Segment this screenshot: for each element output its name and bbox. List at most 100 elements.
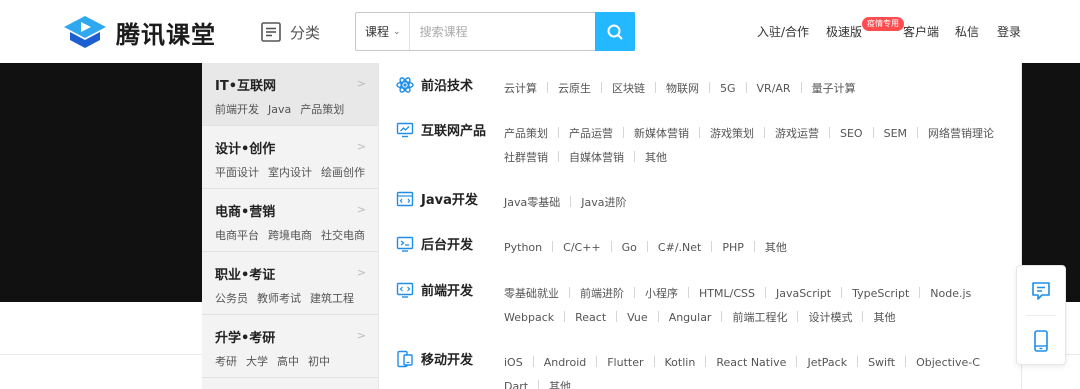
category-sub-link[interactable]: 绘画创作: [321, 166, 365, 179]
tag-link[interactable]: 云原生: [537, 77, 591, 101]
category-sub-link[interactable]: 前端开发: [215, 103, 259, 116]
tag-link[interactable]: JetPack: [786, 351, 847, 375]
tag-link[interactable]: Android: [523, 351, 587, 375]
tag-link[interactable]: Angular: [648, 306, 712, 330]
tag-link[interactable]: SEO: [819, 122, 863, 146]
tag-link[interactable]: 其他: [852, 306, 895, 330]
category-sub-link[interactable]: 高中: [277, 355, 299, 368]
tag-link[interactable]: Dart: [504, 375, 528, 389]
subcategory-title[interactable]: 互联网产品: [421, 120, 486, 139]
tag-link[interactable]: Objective-C: [895, 351, 980, 375]
tag-link[interactable]: 游戏策划: [689, 122, 754, 146]
category-title: IT•互联网: [215, 79, 277, 94]
tag-link[interactable]: JavaScript: [755, 282, 831, 306]
category-sub-link[interactable]: 大学: [246, 355, 268, 368]
nav-login[interactable]: 登录: [997, 23, 1021, 40]
feedback-button[interactable]: [1017, 266, 1065, 315]
tag-link[interactable]: Vue: [606, 306, 648, 330]
category-item-education[interactable]: 升学•考研 > 考研 大学 高中 初中: [202, 315, 378, 378]
search-type-label: 课程: [365, 25, 390, 39]
tag-link[interactable]: HTML/CSS: [678, 282, 755, 306]
category-sub-link[interactable]: 跨境电商: [268, 229, 312, 242]
category-sub-link[interactable]: 社交电商: [321, 229, 365, 242]
tag-link[interactable]: React Native: [695, 351, 786, 375]
tag-link[interactable]: Java零基础: [504, 191, 560, 215]
tag-link[interactable]: 设计模式: [787, 306, 852, 330]
tag-link[interactable]: 零基础就业: [504, 282, 559, 306]
nav-speed-version[interactable]: 极速版: [826, 23, 862, 40]
category-title: 电商•营销: [215, 205, 276, 220]
subcategory-title[interactable]: 后台开发: [421, 234, 473, 253]
tag-link[interactable]: 前端工程化: [711, 306, 787, 330]
category-sub-link[interactable]: 室内设计: [268, 166, 312, 179]
tag-link[interactable]: 社群营销: [504, 146, 548, 170]
category-item-career[interactable]: 职业•考证 > 公务员 教师考试 建筑工程: [202, 252, 378, 315]
tag-link[interactable]: 游戏运营: [754, 122, 819, 146]
subcategory-title[interactable]: 移动开发: [421, 349, 473, 368]
tag-link[interactable]: Kotlin: [644, 351, 696, 375]
category-item-it[interactable]: IT•互联网 > 前端开发 Java 产品策划: [202, 63, 378, 126]
category-sidebar: IT•互联网 > 前端开发 Java 产品策划 设计•创作 > 平面设计 室内设计 绘画…: [202, 63, 378, 389]
mobile-app-button[interactable]: [1017, 316, 1065, 365]
top-header: 腾讯课堂 分类 课程 ⌄ 入驻/合作 极速版 疫情专用 客户端 私信 登录: [0, 0, 1080, 63]
category-item-ecommerce[interactable]: 电商•营销 > 电商平台 跨境电商 社交电商: [202, 189, 378, 252]
category-sub-link[interactable]: 初中: [308, 355, 330, 368]
tag-link[interactable]: TypeScript: [831, 282, 909, 306]
tag-link[interactable]: 新媒体营销: [613, 122, 689, 146]
tag-link[interactable]: iOS: [504, 351, 523, 375]
nav-join[interactable]: 入驻/合作: [757, 23, 809, 40]
category-sub-link[interactable]: 考研: [215, 355, 237, 368]
tag-link[interactable]: Node.js: [909, 282, 971, 306]
category-sub-link[interactable]: 公务员: [215, 292, 248, 305]
chevron-right-icon: >: [356, 329, 366, 342]
nav-client[interactable]: 客户端: [903, 23, 939, 40]
tag-link[interactable]: 其他: [528, 375, 571, 389]
tag-link[interactable]: Webpack: [504, 306, 554, 330]
tag-link[interactable]: 网络营销理论: [907, 122, 994, 146]
subcategory-title[interactable]: 前端开发: [421, 280, 473, 299]
tag-link[interactable]: PHP: [701, 236, 744, 260]
tag-link[interactable]: 产品策划: [504, 122, 548, 146]
category-sub-link[interactable]: 教师考试: [257, 292, 301, 305]
java-icon: [396, 190, 414, 208]
tag-link[interactable]: 云计算: [504, 77, 537, 101]
nav-messages[interactable]: 私信: [955, 23, 979, 40]
tag-link[interactable]: 5G: [699, 77, 736, 101]
tag-link[interactable]: Swift: [847, 351, 895, 375]
logo-text: 腾讯课堂: [116, 20, 216, 49]
tag-link[interactable]: 自媒体营销: [548, 146, 624, 170]
tag-link[interactable]: SEM: [863, 122, 907, 146]
subcategory-title[interactable]: Java开发: [421, 189, 478, 208]
tag-link[interactable]: React: [554, 306, 606, 330]
category-sub-link[interactable]: Java: [268, 103, 291, 116]
search-button[interactable]: [595, 12, 635, 51]
tag-link[interactable]: 区块链: [591, 77, 645, 101]
category-sub-link[interactable]: 产品策划: [300, 103, 344, 116]
search-box: 课程 ⌄: [355, 12, 635, 51]
tag-link[interactable]: VR/AR: [736, 77, 791, 101]
category-sub-link[interactable]: 电商平台: [215, 229, 259, 242]
search-type-select[interactable]: 课程 ⌄: [356, 13, 410, 50]
tag-link[interactable]: 小程序: [624, 282, 678, 306]
category-menu-button[interactable]: 分类: [260, 20, 320, 44]
tag-link[interactable]: Flutter: [586, 351, 643, 375]
subcategory-title[interactable]: 前沿技术: [421, 75, 473, 94]
category-item-design[interactable]: 设计•创作 > 平面设计 室内设计 绘画创作: [202, 126, 378, 189]
category-sub-link[interactable]: 平面设计: [215, 166, 259, 179]
tag-link[interactable]: C/C++: [542, 236, 601, 260]
category-list-icon: [261, 22, 281, 42]
tag-link[interactable]: 量子计算: [791, 77, 856, 101]
tag-link[interactable]: 物联网: [645, 77, 699, 101]
tencent-classroom-logo[interactable]: 腾讯课堂: [62, 12, 216, 52]
chevron-right-icon: >: [356, 140, 366, 153]
tag-link[interactable]: C#/.Net: [637, 236, 701, 260]
tag-link[interactable]: Java进阶: [560, 191, 626, 215]
tag-link[interactable]: Python: [504, 236, 542, 260]
tag-link[interactable]: 前端进阶: [559, 282, 624, 306]
tag-link[interactable]: 其他: [744, 236, 787, 260]
tag-link[interactable]: 产品运营: [548, 122, 613, 146]
mobile-dev-icon: [396, 350, 414, 368]
tag-link[interactable]: Go: [601, 236, 637, 260]
category-sub-link[interactable]: 建筑工程: [310, 292, 354, 305]
tag-link[interactable]: 其他: [624, 146, 667, 170]
